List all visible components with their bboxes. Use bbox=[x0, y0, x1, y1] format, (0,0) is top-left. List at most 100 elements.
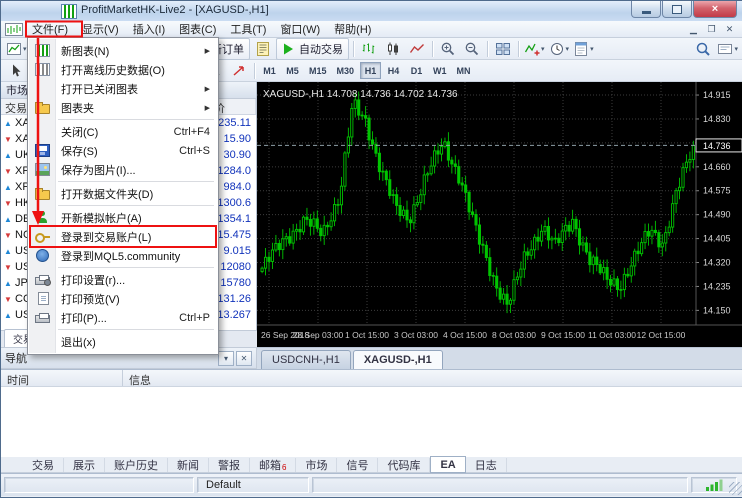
terminal-tab-展示[interactable]: 展示 bbox=[64, 458, 105, 472]
chart-tab-XAGUSD-,H1[interactable]: XAGUSD-,H1 bbox=[353, 350, 443, 369]
search-button[interactable] bbox=[692, 38, 714, 60]
terminal-tab-代码库[interactable]: 代码库 bbox=[378, 458, 430, 472]
file-menu-item[interactable]: 打印预览(V) bbox=[29, 289, 217, 308]
chart-tab-USDCNH-,H1[interactable]: USDCNH-,H1 bbox=[261, 350, 351, 369]
column-message[interactable]: 信息 bbox=[123, 370, 742, 386]
bar-chart-button[interactable] bbox=[358, 38, 380, 60]
file-menu-item[interactable]: 打开数据文件夹(D) bbox=[29, 184, 217, 203]
child-restore-button[interactable]: ❐ bbox=[703, 23, 720, 36]
file-menu-item[interactable]: 打开离线历史数据(O) bbox=[29, 60, 217, 79]
file-menu-item[interactable]: 打印设置(r)... bbox=[29, 270, 217, 289]
menu-工具(T)[interactable]: 工具(T) bbox=[223, 20, 273, 38]
panel-collapse-button[interactable]: ▾ bbox=[218, 351, 234, 366]
menu-文件(F)[interactable]: 文件(F) bbox=[25, 20, 75, 38]
new-chart-button[interactable]: ▾ bbox=[5, 38, 28, 60]
child-window-icon[interactable] bbox=[5, 23, 23, 36]
up-arrow-icon: ▲ bbox=[1, 215, 15, 224]
close-button[interactable]: × bbox=[693, 1, 737, 18]
svg-text:9 Oct 15:00: 9 Oct 15:00 bbox=[541, 330, 585, 340]
file-menu-item[interactable]: 打印(P)...Ctrl+P bbox=[29, 308, 217, 327]
child-close-button[interactable]: ✕ bbox=[721, 23, 738, 36]
terminal-tab-交易[interactable]: 交易 bbox=[23, 458, 64, 472]
up-arrow-icon: ▲ bbox=[1, 119, 15, 128]
minimize-button[interactable] bbox=[631, 1, 661, 18]
timeframe-M5[interactable]: M5 bbox=[282, 62, 303, 79]
restore-icon bbox=[672, 5, 682, 14]
up-arrow-icon: ▲ bbox=[1, 151, 15, 160]
menu-item-shortcut: Ctrl+S bbox=[179, 145, 210, 157]
new-chart-icon bbox=[6, 41, 22, 57]
app-icon bbox=[61, 4, 77, 19]
toolbar-separator bbox=[487, 41, 488, 57]
indicators-button[interactable]: ▾ bbox=[523, 38, 546, 60]
terminal-tab-邮箱[interactable]: 邮箱6 bbox=[250, 458, 296, 472]
file-menu-item[interactable]: 保存为图片(I)... bbox=[29, 160, 217, 179]
cursor-button[interactable] bbox=[5, 60, 27, 82]
zoom-in-button[interactable] bbox=[437, 38, 459, 60]
column-time[interactable]: 时间 bbox=[1, 370, 123, 386]
menu-图表(C)[interactable]: 图表(C) bbox=[172, 20, 223, 38]
timeframe-W1[interactable]: W1 bbox=[429, 62, 451, 79]
tile-windows-button[interactable] bbox=[492, 38, 514, 60]
terminal-tab-信号[interactable]: 信号 bbox=[337, 458, 378, 472]
child-minimize-button[interactable]: ▁ bbox=[685, 23, 702, 36]
timeframe-MN[interactable]: MN bbox=[453, 62, 475, 79]
file-menu-item[interactable]: 退出(x) bbox=[29, 332, 217, 351]
panel-close-button[interactable]: ✕ bbox=[236, 351, 252, 366]
file-menu-item[interactable]: 开新模拟帐户(A) bbox=[29, 208, 217, 227]
menu-item-label: 新图表(N) bbox=[61, 43, 109, 59]
terminal-tab-新闻[interactable]: 新闻 bbox=[168, 458, 209, 472]
toolbar-separator bbox=[432, 41, 433, 57]
print-setup-icon bbox=[29, 274, 55, 285]
file-menu-item[interactable]: 关闭(C)Ctrl+F4 bbox=[29, 122, 217, 141]
svg-text:14.736: 14.736 bbox=[703, 141, 731, 151]
metaeditor-button[interactable] bbox=[252, 38, 274, 60]
timeframe-H4[interactable]: H4 bbox=[383, 62, 404, 79]
file-menu-item[interactable]: 保存(S)Ctrl+S bbox=[29, 141, 217, 160]
file-menu-item[interactable]: 登录到交易账户(L) bbox=[29, 227, 217, 246]
terminal-tab-EA[interactable]: EA bbox=[430, 456, 465, 473]
chart-new-icon bbox=[29, 44, 55, 57]
timeframe-M1[interactable]: M1 bbox=[259, 62, 280, 79]
menu-窗口(W)[interactable]: 窗口(W) bbox=[273, 20, 327, 38]
profile-name: Default bbox=[206, 479, 241, 491]
arrows-tool-button[interactable] bbox=[228, 60, 250, 82]
line-chart-button[interactable] bbox=[406, 38, 428, 60]
svg-text:28 Sep 03:00: 28 Sep 03:00 bbox=[293, 330, 344, 340]
chart-area[interactable]: 26 Sep 201828 Sep 03:001 Oct 15:003 Oct … bbox=[257, 82, 742, 347]
terminal-tab-日志[interactable]: 日志 bbox=[466, 458, 507, 472]
terminal-tab-警报[interactable]: 警报 bbox=[209, 458, 250, 472]
file-menu-item[interactable]: 打开已关闭图表▶ bbox=[29, 79, 217, 98]
status-profile[interactable]: Default bbox=[197, 477, 309, 493]
timeframe-H1[interactable]: H1 bbox=[360, 62, 381, 79]
menu-插入(I)[interactable]: 插入(I) bbox=[126, 20, 172, 38]
timeframe-D1[interactable]: D1 bbox=[406, 62, 427, 79]
terminal-tab-市场[interactable]: 市场 bbox=[296, 458, 337, 472]
save-icon bbox=[29, 144, 55, 157]
menu-帮助(H)[interactable]: 帮助(H) bbox=[327, 20, 378, 38]
timeframe-M30[interactable]: M30 bbox=[333, 62, 359, 79]
file-menu-item[interactable]: 登录到MQL5.community bbox=[29, 246, 217, 265]
zoom-out-button[interactable] bbox=[461, 38, 483, 60]
menu-separator bbox=[58, 329, 214, 330]
toolbar-separator bbox=[518, 41, 519, 57]
timeframe-M15[interactable]: M15 bbox=[305, 62, 331, 79]
svg-text:11 Oct 03:00: 11 Oct 03:00 bbox=[588, 330, 636, 340]
file-menu-item[interactable]: 图表夹▶ bbox=[29, 98, 217, 117]
terminal-journal-body bbox=[1, 387, 742, 458]
candlestick-chart-button[interactable] bbox=[382, 38, 404, 60]
resize-grip[interactable] bbox=[729, 482, 742, 495]
terminal-tab-账户历史[interactable]: 账户历史 bbox=[105, 458, 168, 472]
menu-显示(V)[interactable]: 显示(V) bbox=[75, 20, 126, 38]
login-icon bbox=[29, 230, 55, 243]
submenu-arrow-icon: ▶ bbox=[205, 47, 210, 55]
toolbar-separator bbox=[254, 63, 255, 79]
toolbar-options-button[interactable]: ▾ bbox=[716, 38, 739, 60]
restore-button[interactable] bbox=[662, 1, 692, 18]
chart-tab-bar: USDCNH-,H1XAGUSD-,H1 bbox=[257, 347, 742, 369]
templates-button[interactable]: ▾ bbox=[572, 38, 595, 60]
navigator-title: 导航 bbox=[5, 350, 27, 366]
autotrading-button[interactable]: 自动交易 bbox=[276, 38, 349, 60]
file-menu-item[interactable]: 新图表(N) ▶ bbox=[29, 41, 217, 60]
periods-button[interactable]: ▾ bbox=[548, 38, 571, 60]
